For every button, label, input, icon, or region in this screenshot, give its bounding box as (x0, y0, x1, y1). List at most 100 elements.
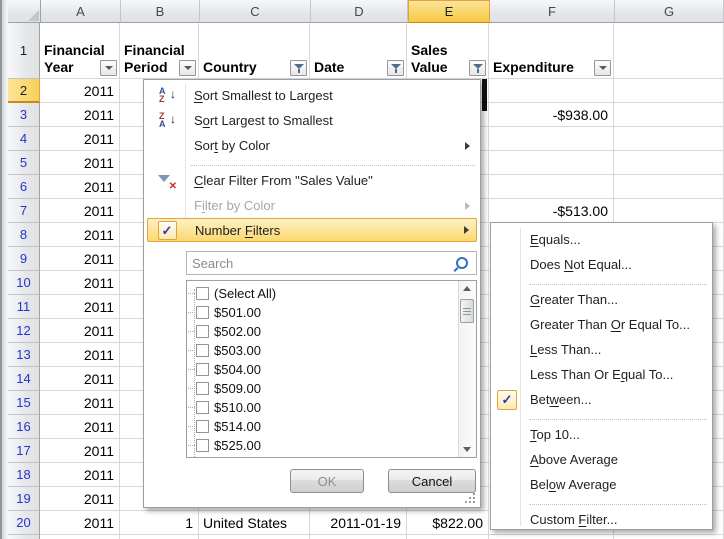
column-header-C[interactable]: C (200, 0, 311, 23)
checkbox[interactable] (196, 382, 209, 395)
filter-menu-item[interactable]: Sort Smallest to Largest (147, 83, 477, 108)
scroll-down-icon[interactable] (463, 447, 471, 452)
cell-col-E[interactable] (407, 535, 489, 539)
filter-funnel-icon[interactable] (469, 60, 486, 76)
cell-col-A[interactable]: 2011 (40, 151, 120, 175)
cell-col-A[interactable] (40, 535, 120, 539)
row-header[interactable]: 11 (8, 295, 40, 319)
checkbox[interactable] (196, 439, 209, 452)
dropdown-arrow-icon[interactable] (179, 60, 196, 76)
cell-F1[interactable]: Expenditure (489, 23, 614, 79)
filter-menu-item[interactable]: Sort by Color (147, 133, 477, 158)
column-header-E-selected[interactable]: E (408, 0, 490, 23)
submenu-item[interactable] (529, 412, 707, 420)
filter-value-item[interactable]: $504.00 (187, 360, 458, 379)
cell-col-A[interactable]: 2011 (40, 511, 120, 535)
cell-D1[interactable]: Date (310, 23, 407, 79)
row-header[interactable]: 14 (8, 367, 40, 391)
cell-col-A[interactable]: 2011 (40, 127, 120, 151)
cell-col-A[interactable]: 2011 (40, 271, 120, 295)
cell-G1[interactable] (614, 23, 724, 79)
cell-col-F[interactable] (489, 151, 614, 175)
row-header[interactable]: 18 (8, 463, 40, 487)
row-header[interactable]: 15 (8, 391, 40, 415)
submenu-item[interactable]: Above Average (494, 447, 709, 472)
checkbox[interactable] (196, 363, 209, 376)
cell-col-F[interactable] (489, 535, 614, 539)
cell-col-G[interactable] (614, 175, 724, 199)
filter-funnel-icon[interactable] (290, 60, 307, 76)
cell-col-A[interactable]: 2011 (40, 223, 120, 247)
filter-value-item[interactable] (187, 455, 458, 457)
filter-value-item[interactable]: $503.00 (187, 341, 458, 360)
row-header[interactable]: 7 (8, 199, 40, 223)
filter-menu-item[interactable] (191, 158, 475, 166)
filter-funnel-icon[interactable] (387, 60, 404, 76)
cell-col-G[interactable] (614, 199, 724, 223)
filter-menu-item[interactable]: Number Filters (147, 218, 477, 242)
cell-col-A[interactable]: 2011 (40, 367, 120, 391)
checkbox[interactable] (196, 420, 209, 433)
row-header[interactable]: 20 (8, 511, 40, 535)
row-header[interactable]: 19 (8, 487, 40, 511)
row-header[interactable]: 10 (8, 271, 40, 295)
scroll-up-icon[interactable] (463, 286, 471, 291)
cell-col-B[interactable]: 1 (120, 511, 199, 535)
dropdown-arrow-icon[interactable] (100, 60, 117, 76)
row-header[interactable]: 12 (8, 319, 40, 343)
cell-col-A[interactable]: 2011 (40, 103, 120, 127)
filter-menu-item[interactable]: Filter by Color (147, 193, 477, 218)
cell-col-A[interactable]: 2011 (40, 343, 120, 367)
resize-grip[interactable] (465, 493, 476, 504)
column-header-A[interactable]: A (41, 0, 121, 23)
filter-menu-item[interactable]: Clear Filter From "Sales Value" (147, 168, 477, 193)
cell-col-G[interactable] (614, 79, 724, 103)
submenu-item[interactable]: Less Than Or Equal To... (494, 362, 709, 387)
cell-col-G[interactable] (614, 103, 724, 127)
filter-value-item[interactable]: $502.00 (187, 322, 458, 341)
scrollbar[interactable] (458, 281, 476, 457)
column-header-G[interactable]: G (615, 0, 724, 23)
submenu-item[interactable] (529, 277, 707, 285)
row-header[interactable]: 17 (8, 439, 40, 463)
column-header-B[interactable]: B (121, 0, 200, 23)
column-header-F[interactable]: F (490, 0, 615, 23)
cell-col-F[interactable] (489, 79, 614, 103)
row-header[interactable]: 13 (8, 343, 40, 367)
cell-col-B[interactable] (120, 535, 199, 539)
cell-C1[interactable]: Country (199, 23, 310, 79)
dropdown-arrow-icon[interactable] (594, 60, 611, 76)
search-box[interactable]: Search (186, 251, 477, 275)
row-header[interactable] (8, 535, 40, 539)
cell-col-F[interactable] (489, 175, 614, 199)
cell-col-D[interactable] (310, 535, 407, 539)
cell-col-F[interactable]: -$938.00 (489, 103, 614, 127)
cell-col-A[interactable]: 2011 (40, 175, 120, 199)
cell-col-F[interactable] (489, 127, 614, 151)
filter-value-item[interactable]: (Select All) (187, 284, 458, 303)
filter-menu-item[interactable]: Sort Largest to Smallest (147, 108, 477, 133)
cell-col-A[interactable]: 2011 (40, 295, 120, 319)
cell-col-A[interactable]: 2011 (40, 319, 120, 343)
cell-E1[interactable]: Sales Value (407, 23, 489, 79)
filter-value-item[interactable]: $525.00 (187, 436, 458, 455)
cell-col-A[interactable]: 2011 (40, 487, 120, 511)
cell-col-A[interactable]: 2011 (40, 415, 120, 439)
row-header[interactable]: 2 (8, 79, 40, 103)
cell-col-A[interactable]: 2011 (40, 463, 120, 487)
row-header-1[interactable]: 1 (8, 23, 40, 79)
submenu-item[interactable]: Custom Filter... (494, 507, 709, 532)
filter-value-item[interactable]: $514.00 (187, 417, 458, 436)
search-input[interactable]: Search (192, 256, 456, 271)
submenu-item[interactable]: Equals... (494, 227, 709, 252)
column-header-D[interactable]: D (311, 0, 408, 23)
row-header[interactable]: 9 (8, 247, 40, 271)
cell-col-A[interactable]: 2011 (40, 391, 120, 415)
submenu-item[interactable] (529, 497, 707, 505)
row-header[interactable]: 5 (8, 151, 40, 175)
cell-col-G[interactable] (614, 151, 724, 175)
submenu-item[interactable]: Greater Than... (494, 287, 709, 312)
cell-col-C[interactable]: United States (199, 511, 310, 535)
cell-B1[interactable]: Financial Period (120, 23, 199, 79)
submenu-item[interactable]: Less Than... (494, 337, 709, 362)
